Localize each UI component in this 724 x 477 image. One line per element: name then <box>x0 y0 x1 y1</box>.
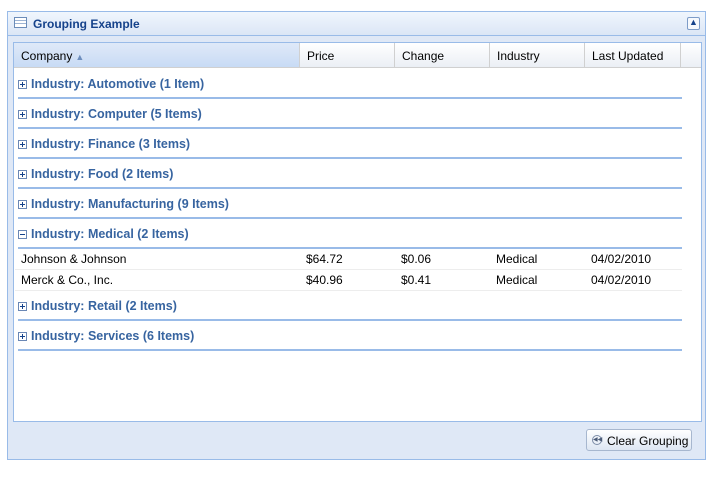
cell-company: Merck & Co., Inc. <box>21 273 114 287</box>
group-label: Industry: Manufacturing (9 Items) <box>31 197 229 211</box>
grouping-example-panel: Grouping Example ▲ Company ▲ Price Change… <box>7 11 706 460</box>
cell-price: $40.96 <box>306 273 343 287</box>
cell-industry: Medical <box>496 273 538 287</box>
column-header-last-updated-label: Last Updated <box>592 49 664 63</box>
clear-grouping-button[interactable]: ◀◀ Clear Grouping <box>586 429 692 451</box>
cell-industry: Medical <box>496 252 538 266</box>
column-header-industry[interactable]: Industry <box>490 43 585 67</box>
group-label: Industry: Retail (2 Items) <box>31 299 177 313</box>
panel-header: Grouping Example ▲ <box>8 12 705 36</box>
grouping-grid: Company ▲ Price Change Industry Last Upda… <box>13 42 702 422</box>
group-divider <box>18 217 682 219</box>
group-label: Industry: Food (2 Items) <box>31 167 174 181</box>
group-divider <box>18 187 682 189</box>
group-label: Industry: Finance (3 Items) <box>31 137 191 151</box>
collapse-minus-icon[interactable] <box>18 230 27 239</box>
group-divider <box>18 97 682 99</box>
column-header-company[interactable]: Company ▲ <box>14 43 300 67</box>
table-row[interactable]: Merck & Co., Inc. $40.96 $0.41 Medical 0… <box>15 270 682 291</box>
group-header-automotive[interactable]: Industry: Automotive (1 Item) <box>14 71 682 99</box>
expand-plus-icon[interactable] <box>18 140 27 149</box>
cell-last-updated: 04/02/2010 <box>591 252 652 266</box>
column-header-company-label: Company <box>21 49 73 63</box>
group-divider <box>18 157 682 159</box>
group-header-medical[interactable]: Industry: Medical (2 Items) <box>14 221 682 249</box>
table-row[interactable]: Johnson & Johnson $64.72 $0.06 Medical 0… <box>15 249 682 270</box>
cell-change: $0.06 <box>401 252 432 266</box>
expand-plus-icon[interactable] <box>18 200 27 209</box>
group-label: Industry: Computer (5 Items) <box>31 107 202 121</box>
expand-plus-icon[interactable] <box>18 110 27 119</box>
group-label: Industry: Automotive (1 Item) <box>31 77 205 91</box>
cell-last-updated: 04/02/2010 <box>591 273 652 287</box>
group-divider <box>18 127 682 129</box>
grid-header: Company ▲ Price Change Industry Last Upda… <box>14 43 701 68</box>
sort-ascending-icon: ▲ <box>75 52 85 62</box>
group-header-computer[interactable]: Industry: Computer (5 Items) <box>14 101 682 129</box>
group-divider <box>18 349 682 351</box>
group-header-retail[interactable]: Industry: Retail (2 Items) <box>14 293 682 321</box>
group-header-finance[interactable]: Industry: Finance (3 Items) <box>14 131 682 159</box>
cell-company: Johnson & Johnson <box>21 252 127 266</box>
group-header-manufacturing[interactable]: Industry: Manufacturing (9 Items) <box>14 191 682 219</box>
column-header-change[interactable]: Change <box>395 43 490 67</box>
grid-table-icon <box>14 17 27 28</box>
column-header-last-updated[interactable]: Last Updated <box>585 43 681 67</box>
group-divider <box>18 319 682 321</box>
expand-plus-icon[interactable] <box>18 80 27 89</box>
group-label: Industry: Services (6 Items) <box>31 329 195 343</box>
expand-plus-icon[interactable] <box>18 170 27 179</box>
column-header-price-label: Price <box>307 49 335 63</box>
cell-change: $0.41 <box>401 273 432 287</box>
expand-plus-icon[interactable] <box>18 302 27 311</box>
panel-title: Grouping Example <box>33 17 140 31</box>
cell-price: $64.72 <box>306 252 343 266</box>
group-label: Industry: Medical (2 Items) <box>31 227 189 241</box>
group-header-food[interactable]: Industry: Food (2 Items) <box>14 161 682 189</box>
column-header-price[interactable]: Price <box>300 43 395 67</box>
expand-plus-icon[interactable] <box>18 332 27 341</box>
rewind-icon: ◀◀ <box>592 435 603 445</box>
clear-grouping-label: Clear Grouping <box>607 434 689 448</box>
column-header-industry-label: Industry <box>497 49 540 63</box>
column-header-change-label: Change <box>402 49 445 63</box>
collapse-up-icon[interactable]: ▲ <box>687 17 700 30</box>
group-header-services[interactable]: Industry: Services (6 Items) <box>14 323 682 351</box>
